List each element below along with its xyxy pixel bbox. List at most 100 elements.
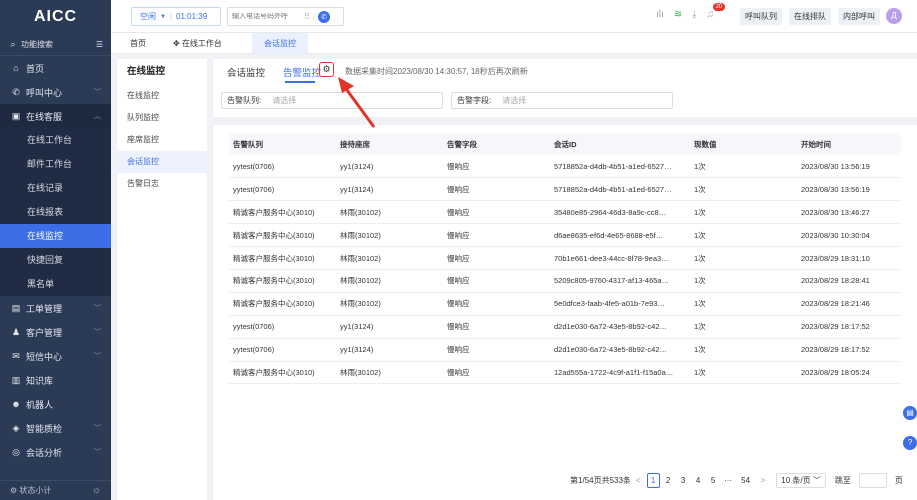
sidebar-item-label: 客户管理 [26, 327, 63, 338]
status-summary[interactable]: ⚙ 状态小计 ☼ [0, 480, 111, 500]
sidebar-subitem-mail-workbench[interactable]: 邮件工作台 [0, 152, 111, 176]
tab-home[interactable]: 首页 [130, 33, 146, 54]
table-row[interactable]: 精诚客户服务中心(3010) 林雨(30102) 慢响应 70b1e661-dee3-… [229, 246, 901, 270]
shield-icon: ◈ [12, 422, 20, 433]
page-ellipsis[interactable]: ··· [722, 476, 735, 485]
table-row[interactable]: yytest(0706) yy1(3124) 慢响应 5718852a-d4db-4b… [229, 155, 901, 179]
table-row[interactable]: 精诚客户服务中心(3010) 林雨(30102) 慢响应 5e0dfce3-faab-… [229, 292, 901, 316]
sidebar-item-label: 首页 [26, 63, 45, 74]
floating-notes-icon[interactable]: ▤ [903, 406, 917, 420]
call-queue-button[interactable]: 呼叫队列 [740, 8, 782, 25]
page-button[interactable]: 2 [662, 476, 675, 485]
sidebar-item-tickets[interactable]: ▤ 工单管理 ﹀ [0, 296, 111, 320]
tab-alert-monitor[interactable]: 告警监控 [283, 65, 321, 79]
sidebar-subitem-online-reports[interactable]: 在线报表 [0, 200, 111, 224]
gear-icon: ⚙ [322, 64, 331, 74]
phone-icon: ✆ [12, 86, 20, 97]
chevron-down-icon: ﹀ [94, 449, 101, 456]
sidebar-subitem-blacklist[interactable]: 黑名单 [0, 272, 111, 296]
sidebar-item-label: 在线客服 [26, 111, 63, 122]
table-row[interactable]: yytest(0706) yy1(3124) 慢响应 5718852a-d4db-4b… [229, 177, 901, 202]
submenu-item-session-monitor[interactable]: 会话监控 [117, 151, 207, 173]
wifi-icon: ≋ [673, 9, 683, 20]
table-row[interactable]: yytest(0706) yy1(3124) 慢响应 d2d1e030-6a72-43… [229, 338, 901, 362]
cell: 林雨(30102) [336, 246, 443, 270]
col-start-time: 开始时间 [797, 133, 901, 155]
page-button[interactable]: 3 [677, 476, 690, 485]
col-alert-field: 告警字段 [443, 133, 550, 155]
submenu-item-alert-log[interactable]: 告警日志 [117, 173, 207, 195]
tab-session-monitor[interactable]: 会话监控 [252, 33, 308, 54]
page-unit: 页 [894, 476, 903, 485]
page-button[interactable]: 4 [692, 476, 705, 485]
download-icon[interactable]: ⤓ [692, 9, 696, 20]
alert-queue-filter[interactable]: 告警队列: 请选择 [221, 92, 443, 109]
keypad-icon[interactable]: ⠿ [304, 12, 310, 21]
sidebar-subitem-online-records[interactable]: 在线记录 [0, 176, 111, 200]
page-button[interactable]: 5 [707, 476, 720, 485]
floating-help-icon[interactable]: ? [903, 436, 917, 450]
submenu-item-online-monitor[interactable]: 在线监控 [117, 85, 207, 107]
table-row[interactable]: 精诚客户服务中心(3010) 林雨(30102) 慢响应 d6ae8635-ef6d-… [229, 223, 901, 248]
goto-page-input[interactable] [858, 473, 887, 488]
sidebar-item-home[interactable]: ⌂ 首页 [0, 56, 111, 80]
feature-search[interactable]: ⌕ 功能搜索 ☰ [0, 33, 111, 56]
top-bar: 空闲 ▼ | 01:01:39 ⠿ | ✆ ılı ≋ ⤓ ♫20 呼叫队列 在… [111, 0, 917, 33]
cell: 2023/08/29 18:17:52 [797, 315, 901, 339]
sidebar-subitem-quick-reply[interactable]: 快捷回复 [0, 248, 111, 272]
robot-icon: ☻ [11, 399, 21, 409]
pagination-summary: 第1/54页共533条 [570, 476, 631, 485]
sidebar-subitem-online-monitor[interactable]: 在线监控 [0, 224, 111, 248]
cell: 2023/08/29 18:17:52 [797, 338, 901, 362]
sidebar-item-robot[interactable]: ☻ 机器人 [0, 392, 111, 416]
cell: yy1(3124) [336, 315, 443, 339]
next-page-icon[interactable]: > [761, 476, 766, 485]
cell: 林雨(30102) [336, 361, 443, 385]
submenu-item-seat-monitor[interactable]: 座席监控 [117, 129, 207, 151]
dial-input[interactable] [232, 13, 302, 20]
filter-placeholder: 请选择 [272, 96, 297, 105]
cell: 1次 [690, 155, 797, 179]
page-size-select[interactable]: 10 条/页 ﹀ [776, 473, 826, 488]
chevron-up-icon: ︿ [94, 113, 101, 120]
online-queue-button[interactable]: 在线排队 [789, 8, 831, 25]
alert-settings-button[interactable]: ⚙ [319, 62, 334, 77]
page-button[interactable]: 1 [646, 473, 660, 488]
sidebar-item-customers[interactable]: ♟ 客户管理 ﹀ [0, 320, 111, 344]
sidebar-item-online-service[interactable]: ▣ 在线客服 ︿ [0, 104, 111, 128]
sidebar-item-call-center[interactable]: ✆ 呼叫中心 ﹀ [0, 80, 111, 104]
page-button[interactable]: 54 [737, 476, 755, 485]
tab-online-workbench[interactable]: ✥ 在线工作台 [173, 33, 222, 54]
sidebar-item-label: 呼叫中心 [26, 87, 63, 98]
search-icon: ⌕ [10, 38, 16, 49]
sidebar-item-sms[interactable]: ✉ 短信中心 ﹀ [0, 344, 111, 368]
sidebar-item-analytics[interactable]: ◎ 会话分析 ﹀ [0, 440, 111, 464]
table-row[interactable]: 精诚客户服务中心(3010) 林雨(30102) 慢响应 35480e85-2964-… [229, 200, 901, 225]
sidebar-subitem-online-workbench[interactable]: 在线工作台 [0, 128, 111, 152]
alert-field-filter[interactable]: 告警字段: 请选择 [451, 92, 673, 109]
prev-page-icon[interactable]: < [636, 476, 641, 485]
cell: 2023/08/29 18:31:10 [797, 246, 901, 270]
sidebar-item-quality[interactable]: ◈ 智能质检 ﹀ [0, 416, 111, 440]
cell: 12ad555a-1722-4c9f-a1f1-f15a0a… [550, 361, 690, 385]
agent-status-select[interactable]: 空闲 ▼ | 01:01:39 [131, 7, 221, 26]
cell: 精诚客户服务中心(3010) [229, 246, 336, 270]
table-row[interactable]: 精诚客户服务中心(3010) 林雨(30102) 慢响应 12ad555a-1722-… [229, 361, 901, 385]
table-row[interactable]: 精诚客户服务中心(3010) 林雨(30102) 慢响应 5209c805-9760-… [229, 269, 901, 293]
col-alert-queue: 告警队列 [229, 133, 336, 155]
bell-icon[interactable]: ♫ 20 [707, 3, 726, 20]
collapse-menu-icon[interactable]: ☰ [96, 40, 103, 49]
chevron-down-icon: ﹀ [94, 425, 101, 432]
tab-session-monitor-main[interactable]: 会话监控 [227, 65, 265, 79]
submenu-item-queue-monitor[interactable]: 队列监控 [117, 107, 207, 129]
sidebar: AICC ⌕ 功能搜索 ☰ ⌂ 首页 ✆ 呼叫中心 ﹀ ▣ 在线客服 ︿ 在线工… [0, 0, 111, 500]
theme-toggle-icon[interactable]: ☼ [92, 485, 101, 496]
chevron-down-icon: ﹀ [94, 305, 101, 312]
avatar[interactable]: Д [886, 8, 902, 24]
dial-box: ⠿ | ✆ [227, 7, 344, 26]
goto-label: 跳至 [834, 476, 851, 485]
internal-call-button[interactable]: 内部呼叫 [838, 8, 880, 25]
sidebar-item-knowledge[interactable]: ▥ 知识库 [0, 368, 111, 392]
call-button[interactable]: ✆ [317, 10, 330, 23]
table-row[interactable]: yytest(0706) yy1(3124) 慢响应 d2d1e030-6a72-43… [229, 315, 901, 339]
